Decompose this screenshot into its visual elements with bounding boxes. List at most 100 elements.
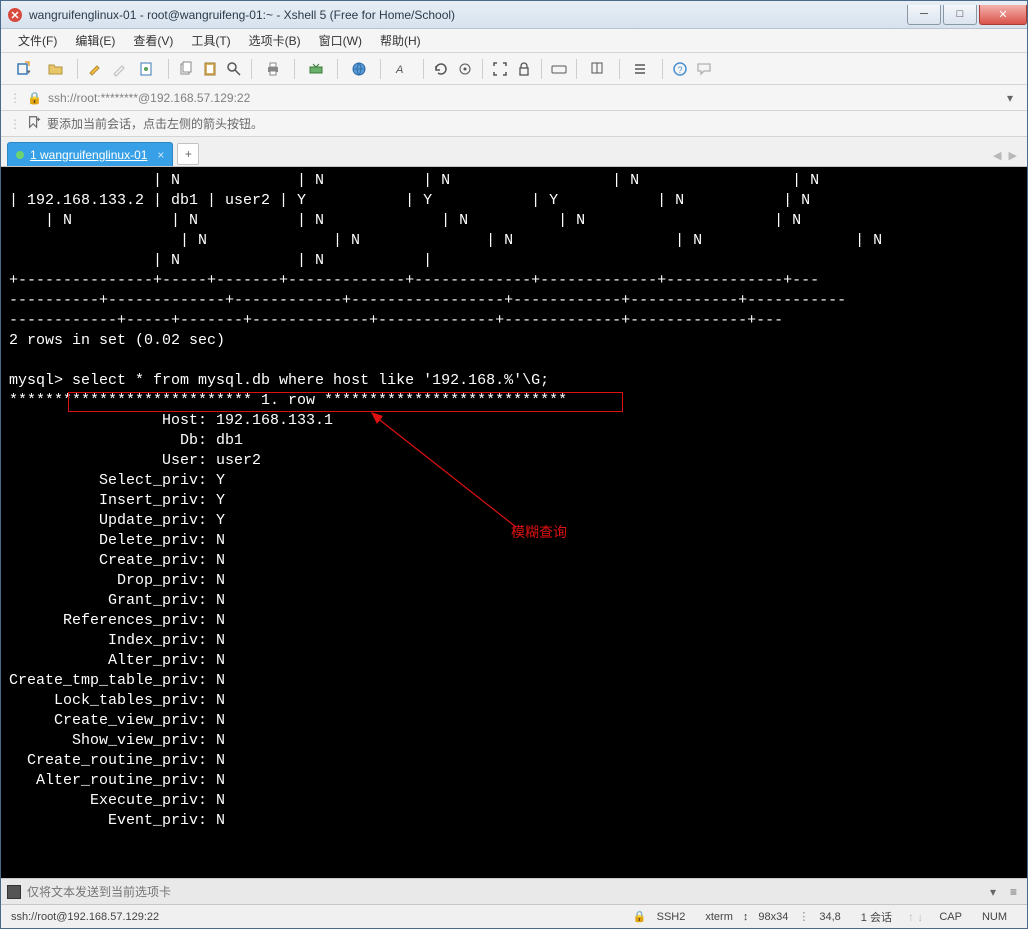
menu-edit[interactable]: 编辑(E) <box>66 29 124 52</box>
lock-button[interactable] <box>513 58 535 80</box>
annotation-arrow <box>371 412 541 537</box>
grip-icon: ⋮ <box>9 91 21 105</box>
separator <box>380 59 381 79</box>
app-icon <box>7 7 23 23</box>
menu-help[interactable]: 帮助(H) <box>371 29 430 52</box>
terminal[interactable]: | N | N | N | N | N | 192.168.133.2 | db… <box>1 167 1027 878</box>
mysql-prompt: mysql> <box>9 372 63 389</box>
info-text: 要添加当前会话，点击左侧的箭头按钮。 <box>47 115 263 132</box>
keyboard-button[interactable] <box>548 58 570 80</box>
send-indicator-icon[interactable] <box>7 885 21 899</box>
copy-button[interactable] <box>175 58 197 80</box>
separator <box>662 59 663 79</box>
separator <box>168 59 169 79</box>
ftp-button[interactable] <box>301 58 331 80</box>
props-button[interactable] <box>132 58 162 80</box>
grip-icon: ⋮ <box>9 117 21 131</box>
term-line: | N | N | N | N | N <box>9 172 819 189</box>
minimize-button[interactable]: ─ <box>907 5 941 25</box>
font-button[interactable]: A <box>387 58 417 80</box>
svg-text:?: ? <box>678 65 683 75</box>
print-button[interactable] <box>258 58 288 80</box>
maximize-button[interactable]: □ <box>943 5 977 25</box>
help-button[interactable]: ? <box>669 58 691 80</box>
separator <box>576 59 577 79</box>
annotation-label: 模糊查询 <box>511 522 567 542</box>
window-title: wangruifenglinux-01 - root@wangruifeng-0… <box>29 8 905 22</box>
new-session-button[interactable]: ▾ <box>9 58 39 80</box>
term-line: ----------+-------------+------------+--… <box>9 292 846 309</box>
list-button[interactable] <box>626 58 656 80</box>
status-size: 98x34 <box>748 911 798 923</box>
window-controls: ─ □ ✕ <box>905 5 1027 25</box>
paste-button[interactable] <box>199 58 221 80</box>
tab-label: 1 wangruifenglinux-01 <box>30 148 147 162</box>
status-dot-icon <box>16 151 24 159</box>
term-line: | 192.168.133.2 | db1 | user2 | Y | Y | … <box>9 192 810 209</box>
titlebar: wangruifenglinux-01 - root@wangruifeng-0… <box>1 1 1027 29</box>
chat-button[interactable] <box>693 58 715 80</box>
svg-text:▾: ▾ <box>27 69 31 76</box>
brush-button[interactable] <box>108 58 130 80</box>
send-bar: ▾ ≡ <box>1 878 1027 904</box>
term-line: ------------+-----+-------+-------------… <box>9 312 783 329</box>
status-protocol: SSH2 <box>647 911 696 923</box>
separator <box>251 59 252 79</box>
app-window: wangruifenglinux-01 - root@wangruifeng-0… <box>0 0 1028 929</box>
term-line: | N | N | N | N | N <box>9 232 882 249</box>
menu-tabs[interactable]: 选项卡(B) <box>240 29 310 52</box>
status-caps: CAP <box>929 911 972 923</box>
address-bar: ⋮ 🔒 ssh://root:********@192.168.57.129:2… <box>1 85 1027 111</box>
globe-button[interactable] <box>344 58 374 80</box>
find-button[interactable] <box>223 58 245 80</box>
svg-text:A: A <box>395 64 403 76</box>
term-line: | N | N | N | N | N | N <box>9 212 801 229</box>
separator <box>541 59 542 79</box>
fullscreen-button[interactable] <box>489 58 511 80</box>
status-connection: ssh://root@192.168.57.129:22 <box>11 911 633 923</box>
tab-close-icon[interactable]: × <box>153 148 164 162</box>
send-dropdown[interactable]: ▾ <box>986 885 1000 899</box>
separator <box>482 59 483 79</box>
target-button[interactable] <box>454 58 476 80</box>
menubar: 文件(F) 编辑(E) 查看(V) 工具(T) 选项卡(B) 窗口(W) 帮助(… <box>1 29 1027 53</box>
status-arrows-icon: ↑ ↓ <box>902 910 929 924</box>
new-tab-button[interactable]: + <box>177 143 199 165</box>
separator <box>423 59 424 79</box>
highlight-button[interactable] <box>84 58 106 80</box>
lock-icon: 🔒 <box>633 910 647 923</box>
term-line: | N | N | <box>9 252 432 269</box>
status-pos: 34,8 <box>809 911 850 923</box>
status-sessions: 1 会话 <box>851 909 902 925</box>
info-bar: ⋮ 要添加当前会话，点击左侧的箭头按钮。 <box>1 111 1027 137</box>
separator <box>294 59 295 79</box>
send-menu-icon[interactable]: ≡ <box>1006 885 1021 899</box>
layout-button[interactable] <box>583 58 613 80</box>
pos-icon: ⋮ <box>798 910 809 923</box>
status-term: xterm <box>695 911 743 923</box>
tab-nav-arrows[interactable]: ◀ ▶ <box>993 149 1019 162</box>
menu-window[interactable]: 窗口(W) <box>310 29 371 52</box>
separator <box>337 59 338 79</box>
row-header: *************************** 1. row *****… <box>9 392 567 409</box>
tab-strip: 1 wangruifenglinux-01 × + ◀ ▶ <box>1 137 1027 167</box>
mysql-query: select * from mysql.db where host like '… <box>63 372 549 389</box>
address-dropdown[interactable]: ▾ <box>1001 91 1019 105</box>
address-text[interactable]: ssh://root:********@192.168.57.129:22 <box>48 91 995 105</box>
separator <box>619 59 620 79</box>
toolbar: ▾ A ? <box>1 53 1027 85</box>
bookmark-icon[interactable] <box>27 115 41 132</box>
menu-tools[interactable]: 工具(T) <box>182 29 239 52</box>
tab-session-1[interactable]: 1 wangruifenglinux-01 × <box>7 142 173 166</box>
menu-view[interactable]: 查看(V) <box>124 29 182 52</box>
separator <box>77 59 78 79</box>
term-line: 2 rows in set (0.02 sec) <box>9 332 225 349</box>
menu-file[interactable]: 文件(F) <box>9 29 66 52</box>
status-num: NUM <box>972 911 1017 923</box>
open-button[interactable] <box>41 58 71 80</box>
lock-icon: 🔒 <box>27 91 42 105</box>
term-line: +---------------+-----+-------+---------… <box>9 272 819 289</box>
close-button[interactable]: ✕ <box>979 5 1027 25</box>
send-input[interactable] <box>27 885 980 899</box>
refresh-button[interactable] <box>430 58 452 80</box>
